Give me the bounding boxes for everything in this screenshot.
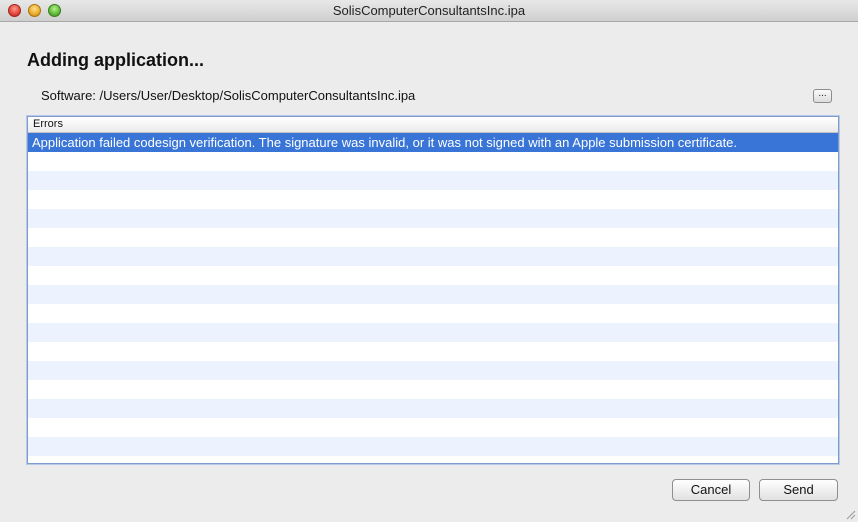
table-row[interactable]: [28, 437, 838, 456]
table-row[interactable]: [28, 342, 838, 361]
table-row[interactable]: [28, 304, 838, 323]
table-row[interactable]: [28, 285, 838, 304]
browse-button[interactable]: ...: [813, 89, 832, 103]
table-row[interactable]: [28, 247, 838, 266]
table-row[interactable]: [28, 418, 838, 437]
table-row[interactable]: [28, 152, 838, 171]
table-row[interactable]: [28, 171, 838, 190]
resize-grip-icon[interactable]: [846, 510, 856, 520]
errors-table[interactable]: Errors Application failed codesign verif…: [27, 116, 839, 464]
send-button[interactable]: Send: [759, 479, 838, 501]
table-row[interactable]: [28, 380, 838, 399]
errors-column-header[interactable]: Errors: [28, 117, 838, 133]
table-row[interactable]: [28, 399, 838, 418]
table-row[interactable]: [28, 361, 838, 380]
table-row[interactable]: [28, 323, 838, 342]
errors-rows: Application failed codesign verification…: [28, 133, 838, 463]
table-row[interactable]: [28, 228, 838, 247]
page-heading: Adding application...: [27, 50, 204, 70]
cancel-button[interactable]: Cancel: [672, 479, 750, 501]
window-title: SolisComputerConsultantsInc.ipa: [332, 3, 526, 18]
table-row[interactable]: [28, 266, 838, 285]
table-row[interactable]: [28, 456, 838, 463]
title-bar[interactable]: SolisComputerConsultantsInc.ipa: [0, 0, 858, 22]
software-row: Software: /Users/User/Desktop/SolisCompu…: [41, 88, 415, 103]
table-row[interactable]: [28, 190, 838, 209]
error-row[interactable]: Application failed codesign verification…: [28, 133, 838, 152]
table-row[interactable]: [28, 209, 838, 228]
software-label: Software:: [41, 88, 96, 103]
software-path: /Users/User/Desktop/SolisComputerConsult…: [99, 88, 416, 103]
